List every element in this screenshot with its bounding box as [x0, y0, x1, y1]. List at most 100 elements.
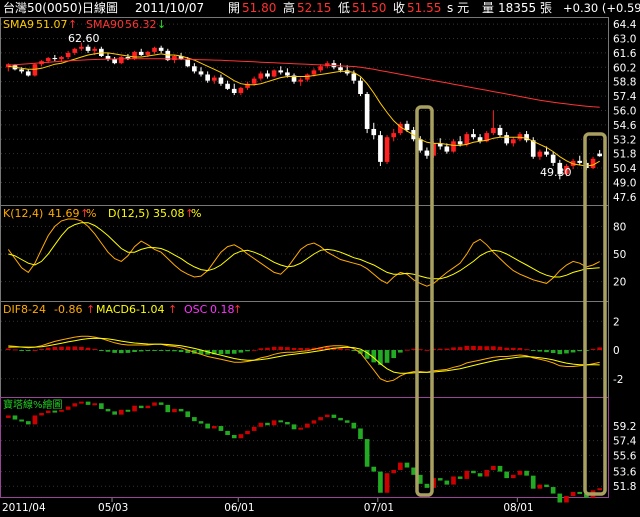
breadth-brick — [344, 420, 350, 423]
osc-bar — [218, 350, 224, 355]
breadth-brick — [92, 403, 98, 406]
x-tick-label: 08/01 — [503, 502, 533, 514]
candle-body — [65, 52, 71, 58]
breadth-brick — [371, 466, 377, 472]
candle-body — [85, 46, 91, 51]
price-tick-label: 61.6 — [613, 48, 637, 60]
candle-body — [138, 51, 144, 55]
header-unit: s 元 — [447, 1, 469, 15]
legend-sma9-arrow: ↑ — [68, 18, 77, 31]
legend-sma9-value: 51.07 — [36, 18, 68, 31]
candle-body — [52, 58, 58, 60]
breadth-brick — [145, 405, 151, 409]
candle-body — [45, 58, 51, 62]
legend-d-suffix: % — [191, 207, 201, 220]
candle-body — [391, 133, 397, 138]
breadth-tick-label: 57.4 — [613, 436, 637, 448]
osc-bar — [172, 350, 177, 352]
breadth-brick — [218, 426, 224, 431]
candle-body — [238, 87, 244, 93]
candle-body — [318, 66, 323, 71]
breadth-brick — [278, 420, 284, 423]
legend-osc-label: OSC — [184, 303, 208, 316]
osc-bar — [12, 349, 18, 351]
osc-bar — [178, 350, 184, 353]
legend-sma9-label: SMA9 — [3, 18, 34, 31]
candle-body — [265, 73, 270, 77]
candle-body — [251, 78, 257, 84]
osc-bar — [504, 347, 509, 350]
breadth-brick — [72, 403, 78, 407]
osc-bar — [517, 347, 523, 350]
candle-body — [99, 48, 104, 56]
candle-body — [258, 73, 264, 79]
candle-body — [271, 70, 277, 77]
osc-bar — [285, 347, 290, 350]
osc-bar — [138, 350, 144, 352]
osc-bar — [45, 347, 51, 350]
breadth-brick — [364, 439, 370, 467]
legend-osc-arrow: ↑ — [233, 303, 242, 316]
x-tick-label: 07/01 — [364, 502, 394, 514]
candle-body — [25, 71, 31, 76]
breadth-brick — [225, 430, 230, 435]
osc-bar — [291, 347, 297, 350]
candle-body — [451, 141, 456, 152]
breadth-brick — [125, 409, 131, 412]
candle-body — [464, 134, 470, 145]
header-close-value: 51.55 — [407, 1, 441, 15]
macd-legend: DIF8-24 -0.86 ↑ MACD6 -1.04 ↑ OSC 0.18 ↑ — [3, 303, 242, 316]
candle-body — [278, 70, 284, 73]
breadth-brick — [304, 423, 310, 428]
osc-bar — [25, 350, 31, 351]
osc-bar — [304, 348, 310, 350]
breadth-brick — [404, 462, 410, 468]
osc-bar — [145, 350, 151, 352]
candle-body — [205, 74, 210, 81]
price-tick-label: 56.0 — [613, 105, 636, 117]
legend-dif-label: DIF8-24 — [3, 303, 46, 316]
osc-bar — [597, 347, 603, 350]
candle-body — [19, 69, 24, 72]
osc-bar — [152, 350, 157, 351]
legend-d-value: 35.08 — [153, 207, 185, 220]
breadth-brick — [504, 471, 509, 479]
breadth-brick — [437, 478, 443, 481]
osc-bar — [271, 346, 277, 350]
macd-tick-label: 0 — [613, 345, 620, 357]
breadth-brick — [318, 417, 323, 421]
candle-body — [457, 141, 463, 145]
breadth-brick — [577, 491, 583, 494]
osc-bar — [477, 346, 483, 350]
osc-bar — [497, 346, 503, 350]
breadth-brick — [32, 415, 38, 425]
price-tick-label: 54.6 — [613, 120, 637, 132]
osc-bar — [52, 346, 58, 350]
candle-body — [424, 150, 430, 156]
legend-k-suffix: % — [86, 207, 96, 220]
breadth-brick — [291, 424, 297, 430]
header-high-label: 高 — [283, 0, 295, 15]
header-close-label: 收 — [393, 1, 405, 15]
candle-body — [537, 151, 543, 157]
breadth-tick-label: 55.6 — [613, 450, 637, 462]
breadth-brick — [597, 488, 603, 491]
breadth-brick — [185, 411, 191, 418]
candle-body — [590, 158, 596, 169]
header-change: +0.30 (+0.59%) — [563, 1, 640, 15]
candle-body — [577, 160, 583, 163]
breadth-brick — [384, 473, 390, 493]
breadth-brick — [138, 405, 144, 409]
osc-bar — [65, 346, 71, 350]
candle-body — [285, 72, 290, 76]
breadth-brick — [530, 475, 536, 489]
breadth-brick — [245, 430, 250, 435]
candle-body — [218, 77, 224, 84]
kd-tick-label: 50 — [613, 249, 626, 261]
osc-bar — [464, 345, 470, 350]
breadth-brick — [178, 408, 184, 412]
price-tick-label: 60.2 — [613, 62, 636, 74]
candle-body — [112, 59, 117, 64]
osc-bar — [537, 350, 543, 352]
candle-body — [32, 64, 38, 76]
